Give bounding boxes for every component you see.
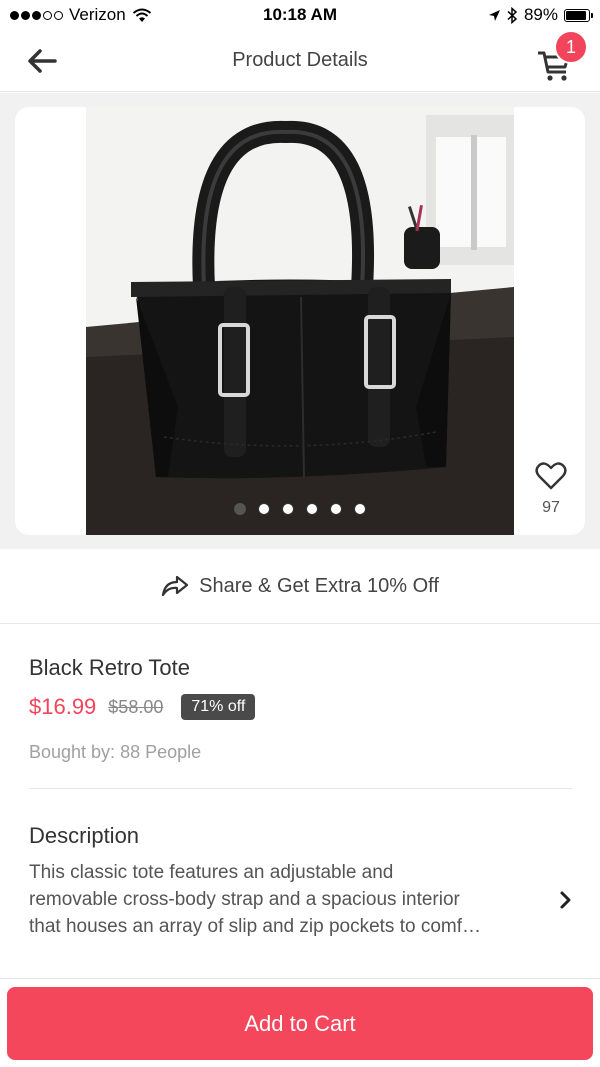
pager-dot[interactable]	[234, 503, 246, 515]
signal-dot	[43, 10, 52, 20]
product-gallery[interactable]: 97	[15, 107, 585, 535]
share-button[interactable]: Share & Get Extra 10% Off	[0, 549, 600, 624]
arrow-left-icon	[28, 49, 57, 73]
image-pager[interactable]	[15, 503, 585, 515]
description-line: that houses an array of slip and zip poc…	[29, 916, 482, 937]
chevron-right-icon	[560, 891, 571, 909]
product-image[interactable]	[86, 107, 514, 535]
signal-dot	[54, 10, 63, 20]
back-button[interactable]	[24, 44, 60, 78]
product-photo-illustration	[86, 107, 514, 535]
heart-icon	[535, 462, 567, 490]
status-left: Verizon	[10, 5, 152, 25]
bottom-divider	[0, 978, 600, 979]
signal-strength-icon	[10, 10, 63, 20]
page-title: Product Details	[232, 49, 368, 71]
bluetooth-icon	[507, 6, 518, 24]
location-arrow-icon	[488, 9, 500, 21]
signal-dot	[21, 10, 30, 20]
pager-dot[interactable]	[354, 503, 366, 515]
share-label: Share & Get Extra 10% Off	[199, 574, 439, 597]
product-title: Black Retro Tote	[29, 655, 191, 680]
description-text[interactable]: This classic tote features an adjustable…	[29, 859, 529, 940]
discount-badge: 71% off	[181, 694, 256, 720]
divider	[29, 788, 572, 789]
like-button[interactable]	[535, 461, 567, 491]
description-heading: Description	[29, 823, 140, 848]
price-row: $16.99 $58.00 71% off	[29, 694, 256, 720]
bought-by-count: Bought by: 88 People	[29, 742, 202, 762]
cart-count-badge: 1	[554, 30, 588, 64]
battery-fill	[566, 10, 586, 20]
status-right: 89%	[488, 5, 593, 25]
share-arrow-icon	[162, 575, 189, 597]
pager-dot[interactable]	[330, 503, 342, 515]
add-to-cart-button[interactable]: Add to Cart	[7, 987, 593, 1060]
battery-percent: 89%	[523, 5, 558, 24]
battery-icon	[564, 8, 593, 22]
status-bar: Verizon 10:18 AM 89%	[0, 0, 600, 30]
nav-bar: Product Details 1	[0, 30, 600, 92]
description-expand-button[interactable]	[558, 888, 574, 912]
pager-dot[interactable]	[306, 503, 318, 515]
like-count: 97	[542, 499, 560, 516]
pager-dot[interactable]	[258, 503, 270, 515]
signal-dot	[32, 10, 41, 20]
current-price: $16.99	[29, 694, 97, 719]
pager-dot[interactable]	[282, 503, 294, 515]
description-line: removable cross-body strap and a spaciou…	[29, 889, 460, 910]
carrier-name: Verizon	[69, 5, 126, 24]
original-price: $58.00	[108, 696, 164, 717]
gallery-section: 97	[0, 93, 600, 549]
description-line: This classic tote features an adjustable…	[29, 862, 394, 883]
wifi-icon	[132, 8, 151, 22]
signal-dot	[10, 10, 19, 20]
